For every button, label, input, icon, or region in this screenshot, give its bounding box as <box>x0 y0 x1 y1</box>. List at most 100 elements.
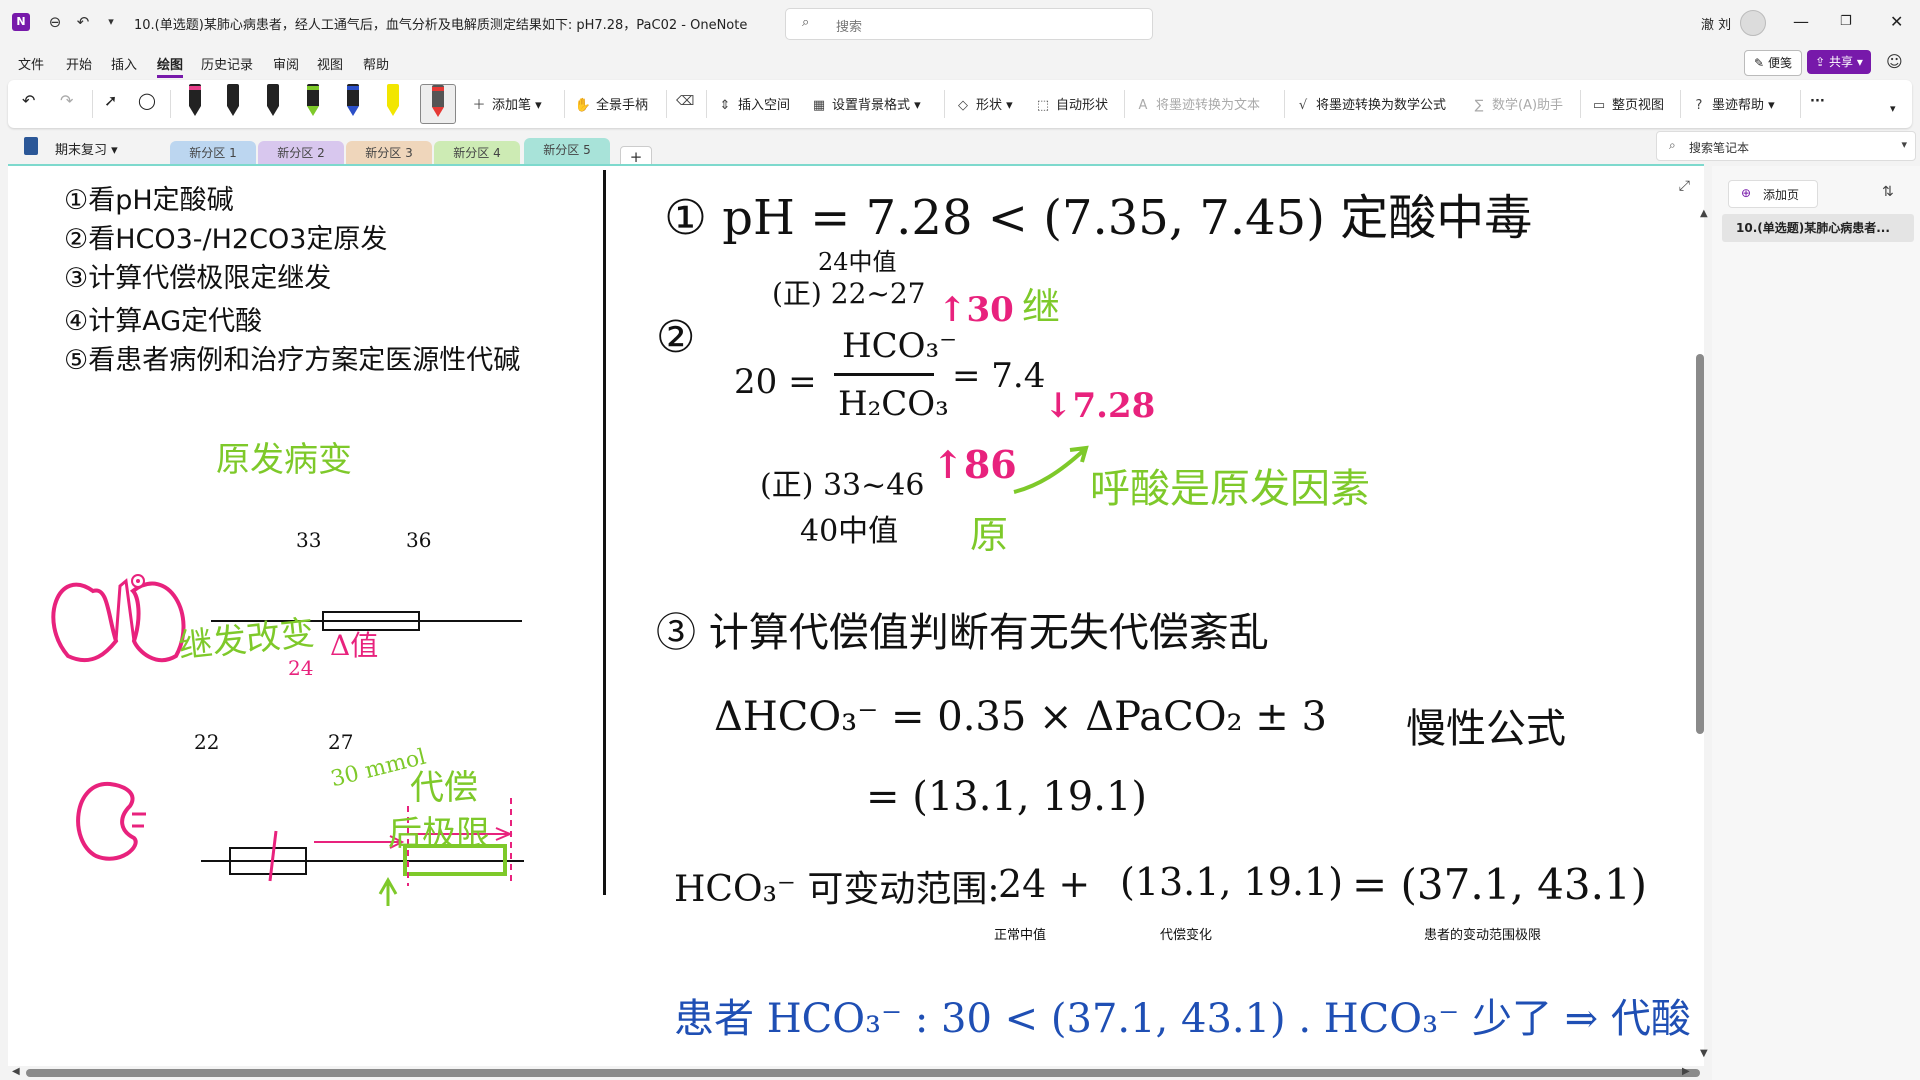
eraser-icon: ⌫ <box>676 94 695 109</box>
add-pen-button[interactable]: ＋添加笔 ▾ <box>470 94 541 113</box>
onenote-logo-icon: N <box>12 13 30 31</box>
step-4[interactable]: ④计算AG定代酸 <box>64 299 262 338</box>
caption-normal-median: 正常中值 <box>994 928 1047 943</box>
pen-green-icon[interactable] <box>302 84 324 122</box>
caption-patient-range: 患者的变动范围极限 <box>1424 928 1542 943</box>
separator <box>1284 90 1285 118</box>
pen-pink-icon[interactable] <box>184 84 206 122</box>
page-list-item[interactable]: 10.(单选题)某肺心病患者... <box>1722 214 1914 242</box>
scroll-down-icon[interactable]: ▼ <box>1700 1048 1708 1059</box>
menu-draw[interactable]: 绘图 <box>157 54 184 78</box>
background-format-button[interactable]: ▦ 设置背景格式 ▾ <box>810 94 921 113</box>
ink-paco2-median: 40中值 <box>800 514 899 549</box>
shapes-button[interactable]: ◇ 形状 ▾ <box>954 94 1013 113</box>
page-view-button[interactable]: ▭ 整页视图 <box>1590 94 1664 113</box>
undo-ribbon-icon[interactable]: ↶ <box>22 91 35 110</box>
ink-conclusion-1: 呼酸是原发因素 <box>1090 466 1370 512</box>
separator <box>1800 90 1801 118</box>
pen-blue-icon[interactable] <box>342 84 364 122</box>
step-2[interactable]: ②看HCO3-/H2CO3定原发 <box>64 217 387 256</box>
back-icon[interactable]: ⊖ <box>44 11 66 33</box>
notebook-search[interactable]: ⌕ 搜索笔记本 ▾ <box>1656 131 1916 161</box>
add-page-button[interactable]: ⊕ 添加页 <box>1728 180 1818 208</box>
hand-tool-button[interactable]: ✋ 全景手柄 <box>574 94 648 113</box>
redo-icon[interactable]: ↷ <box>60 91 73 110</box>
menu-home[interactable]: 开始 <box>66 54 92 73</box>
pages-panel: ⊕ 添加页 ⇅ 10.(单选题)某肺心病患者... <box>1712 166 1920 1080</box>
notebook-name: 期末复习 <box>55 143 108 158</box>
ink-to-math-icon: √ <box>1298 98 1308 113</box>
menu-insert[interactable]: 插入 <box>111 54 137 73</box>
ink-ratio-right: = 7.4 <box>952 356 1046 396</box>
feedback-icon[interactable]: ☺ <box>1886 52 1903 71</box>
ink-eq-ph: ① pH = 7.28 < (7.35, 7.45) 定酸中毒 <box>664 190 1533 246</box>
separator <box>92 90 93 118</box>
lasso-icon[interactable]: ◯ <box>138 91 156 110</box>
page-view-label: 整页视图 <box>1612 98 1665 113</box>
window-title: 10.(单选题)某肺心病患者，经人工通气后，血气分析及电解质测定结果如下: pH… <box>134 18 748 33</box>
user-name[interactable]: 澈 刘 <box>1701 14 1731 33</box>
more-options-icon[interactable]: ··· <box>1810 94 1825 109</box>
step-5[interactable]: ⑤看患者病例和治疗方案定医源性代碱 <box>64 338 520 377</box>
menu-file[interactable]: 文件 <box>18 54 44 73</box>
ink-range-expr-a: 24 + <box>998 862 1091 906</box>
auto-shape-button[interactable]: ⬚ 自动形状 <box>1034 94 1108 113</box>
tab-section-1[interactable]: 新分区 1 <box>170 141 256 166</box>
search-placeholder: 搜索 <box>836 20 863 35</box>
background-format-label: 设置背景格式 <box>832 98 911 113</box>
ink-to-text-button[interactable]: A 将墨迹转换为文本 <box>1134 94 1260 113</box>
search-icon: ⌕ <box>802 15 810 30</box>
avatar[interactable] <box>1740 10 1766 36</box>
separator <box>706 90 707 118</box>
pen-black-2-icon[interactable] <box>262 84 284 122</box>
restore-icon[interactable]: ❐ <box>1840 14 1852 29</box>
menu-help[interactable]: 帮助 <box>363 54 389 73</box>
sort-icon[interactable]: ⇅ <box>1882 184 1894 200</box>
menu-history[interactable]: 历史记录 <box>201 54 253 73</box>
horizontal-scrollbar-thumb[interactable] <box>26 1069 1700 1077</box>
expand-icon[interactable]: ⤢ <box>1679 178 1690 194</box>
ink-primary-tag: 原 <box>970 513 1009 557</box>
ink-patient-line: 患者 HCO₃⁻ : 30 < (37.1, 43.1) . HCO₃⁻ 少了 … <box>674 996 1691 1042</box>
math-assistant-button[interactable]: ∑ 数学(A)助手 <box>1470 94 1563 113</box>
tab-section-5-active[interactable]: 新分区 5 <box>524 138 610 166</box>
help-icon: ? <box>1695 98 1703 113</box>
pen-red-selected-icon[interactable] <box>420 84 456 124</box>
separator <box>170 90 171 118</box>
notebook-selector[interactable]: 期末复习 ▾ <box>55 139 118 158</box>
ink-range-label: HCO₃⁻ 可变动范围: <box>674 869 1000 910</box>
insert-space-button[interactable]: ⇕ 插入空间 <box>716 94 790 113</box>
grid-icon: ▦ <box>812 98 826 113</box>
note-canvas[interactable]: ⤢ ①看pH定酸碱 ②看HCO3-/H2CO3定原发 ③计算代偿极限定继发 ④计… <box>8 166 1704 1066</box>
close-icon[interactable]: ✕ <box>1890 12 1903 31</box>
search-box[interactable]: ⌕ 搜索 <box>785 8 1153 40</box>
separator <box>944 90 945 118</box>
quick-access-chevron-icon[interactable]: ▾ <box>100 11 122 33</box>
sticky-note-button[interactable]: ✎ 便笺 <box>1744 50 1802 76</box>
ink-to-text-label: 将墨迹转换为文本 <box>1156 98 1261 113</box>
menu-view[interactable]: 视图 <box>317 54 343 73</box>
eraser-button[interactable]: ⌫ <box>676 94 698 109</box>
ribbon-collapse-icon[interactable]: ▾ <box>1890 102 1896 115</box>
tab-section-2[interactable]: 新分区 2 <box>258 141 344 166</box>
ink-to-math-button[interactable]: √ 将墨迹转换为数学公式 <box>1294 94 1446 113</box>
ink-help-button[interactable]: ? 墨迹帮助 ▾ <box>1690 94 1775 113</box>
ink-fraction-bar <box>834 373 934 376</box>
select-arrow-icon[interactable]: ➚ <box>104 91 117 110</box>
pen-black-1-icon[interactable] <box>222 84 244 122</box>
scroll-left-icon[interactable]: ◀ <box>12 1066 20 1077</box>
minimize-icon[interactable]: — <box>1793 12 1809 31</box>
step-3[interactable]: ③计算代偿极限定继发 <box>64 256 331 295</box>
tab-section-4[interactable]: 新分区 4 <box>434 141 520 166</box>
share-button[interactable]: ⇪ 共享 ▾ <box>1807 50 1871 74</box>
ink-formula-2: = (13.1, 19.1) <box>866 774 1147 820</box>
vertical-scrollbar-thumb[interactable] <box>1696 354 1704 734</box>
scroll-up-icon[interactable]: ▲ <box>1700 208 1708 219</box>
undo-icon[interactable]: ↶ <box>72 11 94 33</box>
notebook-search-label: 搜索笔记本 <box>1689 141 1750 155</box>
step-1[interactable]: ①看pH定酸碱 <box>64 178 234 217</box>
menu-review[interactable]: 审阅 <box>273 54 299 73</box>
scroll-right-icon[interactable]: ▶ <box>1682 1066 1690 1077</box>
tab-section-3[interactable]: 新分区 3 <box>346 141 432 166</box>
highlighter-yellow-icon[interactable] <box>382 84 404 122</box>
